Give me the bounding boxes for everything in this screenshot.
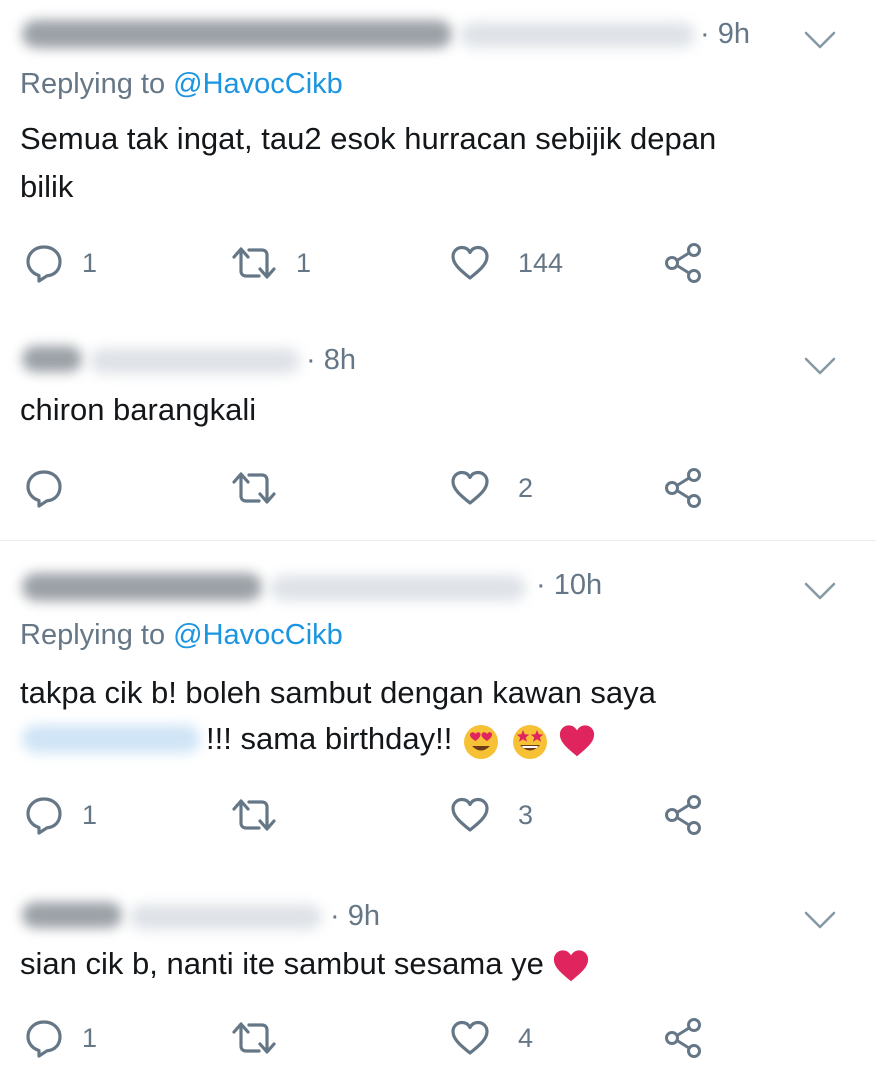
- retweet-icon: [230, 1018, 278, 1058]
- author-handle-redacted[interactable]: [90, 348, 300, 374]
- author-name-redacted[interactable]: [22, 346, 82, 372]
- like-count: 3: [518, 799, 534, 830]
- reply-button[interactable]: 1: [24, 1016, 97, 1060]
- chevron-down-icon[interactable]: [804, 910, 836, 930]
- tweet-text-line: !!! sama birthday!!: [206, 715, 596, 763]
- reply-count: 1: [82, 799, 98, 830]
- replying-to: Replying to @HavocCikb: [20, 619, 343, 652]
- tweet[interactable]: · 9h sian cik b, nanti ite sambut sesama…: [0, 870, 876, 1080]
- share-icon: [662, 793, 706, 837]
- share-button[interactable]: [662, 241, 706, 285]
- replying-prefix: Replying to: [20, 619, 174, 651]
- share-icon: [662, 1016, 706, 1060]
- tweet-actions: 1 1 144: [0, 241, 876, 285]
- reply-button[interactable]: 1: [24, 241, 97, 285]
- heart-icon: [450, 1018, 490, 1058]
- share-icon: [662, 466, 706, 510]
- tweet-text-line: sian cik b, nanti ite sambut sesama ye: [20, 940, 590, 988]
- tweet[interactable]: · 9h Replying to @HavocCikb Semua tak in…: [0, 0, 876, 320]
- reply-button[interactable]: 1: [24, 793, 97, 837]
- replying-to: Replying to @HavocCikb: [20, 68, 343, 101]
- share-button[interactable]: [662, 466, 706, 510]
- reply-icon: [24, 795, 64, 835]
- reply-icon: [24, 468, 64, 508]
- retweet-icon: [230, 795, 278, 835]
- replying-handle-link[interactable]: @HavocCikb: [173, 619, 343, 651]
- tweet-time[interactable]: · 8h: [306, 344, 356, 377]
- tweet-time[interactable]: · 9h: [330, 900, 380, 933]
- author-name-redacted[interactable]: [22, 573, 262, 601]
- retweet-button[interactable]: [230, 1016, 296, 1060]
- heart-icon: [450, 468, 490, 508]
- like-button[interactable]: 4: [450, 1016, 533, 1060]
- tweet-text-fragment: sian cik b, nanti ite sambut sesama ye: [20, 946, 544, 981]
- like-button[interactable]: 3: [450, 793, 533, 837]
- retweet-button[interactable]: [230, 466, 296, 510]
- chevron-down-icon[interactable]: [804, 581, 836, 601]
- reply-count: 1: [82, 1022, 98, 1053]
- tweet-actions: 2: [0, 466, 876, 510]
- tweet-text-line: chiron barangkali: [20, 392, 257, 427]
- tweet-time[interactable]: · 10h: [536, 569, 602, 602]
- tweet-text-line: Semua tak ingat, tau2 esok hurracan sebi…: [20, 121, 717, 156]
- like-count: 2: [518, 472, 534, 503]
- heart-eyes-emoji-icon: [464, 724, 499, 759]
- tweet-time[interactable]: · 9h: [700, 18, 750, 51]
- tweet-text-line: takpa cik b! boleh sambut dengan kawan s…: [20, 675, 656, 710]
- tweet-actions: 1 3: [0, 793, 876, 837]
- author-name-redacted[interactable]: [22, 902, 122, 928]
- chevron-down-icon[interactable]: [804, 356, 836, 376]
- tweet[interactable]: · 10h Replying to @HavocCikb takpa cik b…: [0, 541, 876, 870]
- like-count: 4: [518, 1022, 534, 1053]
- like-button[interactable]: 144: [450, 241, 563, 285]
- author-handle-redacted[interactable]: [270, 575, 526, 601]
- tweet[interactable]: · 8h chiron barangkali 2: [0, 320, 876, 540]
- reply-count: 1: [82, 247, 98, 278]
- author-handle-redacted[interactable]: [130, 904, 322, 930]
- retweet-button[interactable]: 1: [230, 241, 311, 285]
- retweet-count: 1: [296, 247, 312, 278]
- like-button[interactable]: 2: [450, 466, 533, 510]
- author-name-redacted[interactable]: [22, 20, 452, 48]
- mention-link-redacted[interactable]: [22, 725, 200, 753]
- replying-handle-link[interactable]: @HavocCikb: [173, 68, 343, 100]
- retweet-icon: [230, 243, 278, 283]
- tweet-actions: 1 4: [0, 1016, 876, 1060]
- retweet-icon: [230, 468, 278, 508]
- reply-button[interactable]: [24, 466, 82, 510]
- red-heart-emoji-icon: [560, 725, 595, 757]
- like-count: 144: [518, 247, 564, 278]
- author-handle-redacted[interactable]: [460, 22, 695, 48]
- share-button[interactable]: [662, 793, 706, 837]
- star-struck-emoji-icon: [512, 724, 547, 759]
- chevron-down-icon[interactable]: [804, 30, 836, 50]
- replying-prefix: Replying to: [20, 68, 174, 100]
- heart-icon: [450, 795, 490, 835]
- retweet-button[interactable]: [230, 793, 296, 837]
- tweet-text-fragment: !!! sama birthday!!: [206, 721, 453, 756]
- tweet-text-line: bilik: [20, 169, 74, 204]
- reply-icon: [24, 243, 64, 283]
- reply-icon: [24, 1018, 64, 1058]
- red-heart-emoji-icon: [554, 950, 589, 982]
- share-button[interactable]: [662, 1016, 706, 1060]
- share-icon: [662, 241, 706, 285]
- heart-icon: [450, 243, 490, 283]
